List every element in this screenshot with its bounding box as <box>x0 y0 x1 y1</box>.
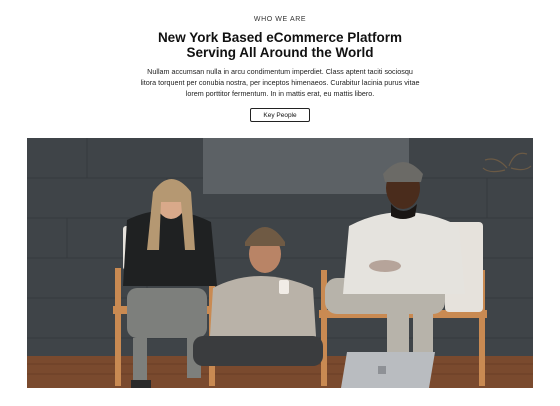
team-photo-illustration <box>27 138 533 388</box>
description-line: Nullam accumsan nulla in arcu condimentu… <box>147 67 413 76</box>
title-line: Serving All Around the World <box>186 45 374 60</box>
description-line: lorem porttitor fermentum. In in mattis … <box>185 89 375 98</box>
section-title: New York Based eCommerce Platform Servin… <box>80 30 480 60</box>
title-line: New York Based eCommerce Platform <box>157 30 403 45</box>
description-line: litora torquent per conubia nostra, per … <box>140 78 420 87</box>
section-description: Nullam accumsan nulla in arcu condimentu… <box>132 66 428 99</box>
about-section: WHO WE ARE New York Based eCommerce Plat… <box>0 0 560 406</box>
key-people-button[interactable]: Key People <box>250 108 310 122</box>
team-photo <box>27 138 533 388</box>
section-eyebrow: WHO WE ARE <box>253 16 307 23</box>
